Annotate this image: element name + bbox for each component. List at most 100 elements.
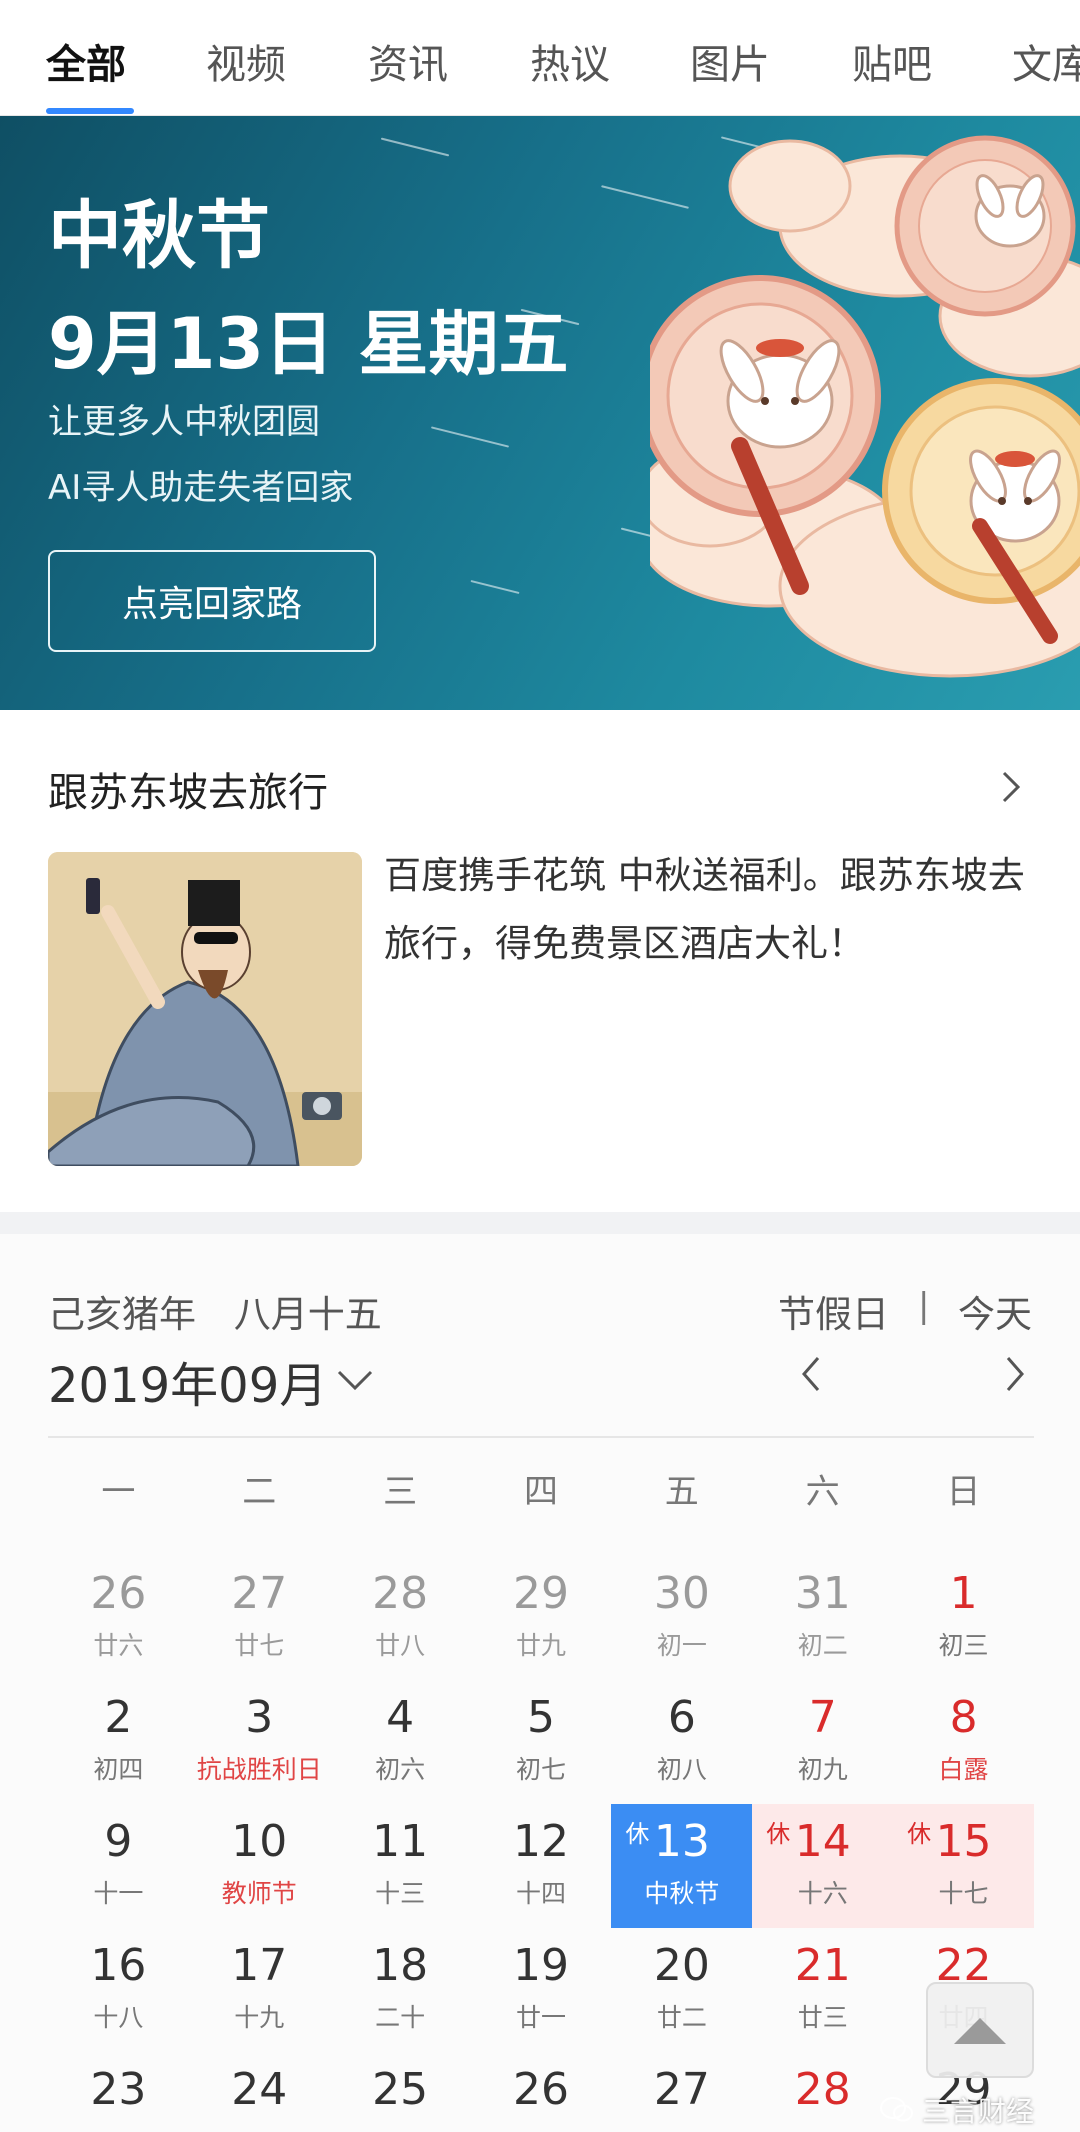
weekday-sun: 日 — [946, 1472, 981, 1512]
day-number: 10 — [231, 1816, 288, 1867]
lunar-day: 初三 — [938, 1631, 989, 1660]
day-number: 19 — [512, 1940, 569, 1991]
chevron-right-icon[interactable] — [996, 770, 1026, 804]
calendar-widget: 己亥猪年 八月十五 节假日 | 今天 2019年09月 一 二 三 四 五 六 … — [0, 1234, 1080, 2132]
calendar-day[interactable]: 28班 — [752, 2052, 893, 2132]
lunar-day: 十七 — [938, 1879, 989, 1908]
calendar-day[interactable]: 21 廿三 — [752, 1928, 893, 2052]
day-number: 27 — [231, 1568, 288, 1619]
calendar-day[interactable]: 27 — [611, 2052, 752, 2132]
calendar-day-selected[interactable]: 休 13 中秋节 — [611, 1804, 753, 1928]
scroll-to-top-button[interactable] — [926, 1982, 1034, 2078]
tab-images[interactable]: 图片 — [690, 32, 770, 90]
weekday-fri: 五 — [664, 1472, 699, 1512]
calendar-day[interactable]: 8 白露 — [893, 1680, 1034, 1804]
day-number: 13 — [653, 1816, 710, 1867]
calendar-day[interactable]: 31 初二 — [752, 1556, 893, 1680]
light-way-home-button[interactable]: 点亮回家路 — [48, 550, 376, 652]
tab-video[interactable]: 视频 — [206, 32, 286, 90]
weekday-header: 一 二 三 四 五 六 日 — [48, 1464, 1034, 1513]
calendar-day[interactable]: 6 初八 — [611, 1680, 752, 1804]
calendar-day[interactable]: 20 廿二 — [611, 1928, 752, 2052]
day-number: 7 — [808, 1692, 837, 1743]
link-separator: | — [918, 1286, 930, 1326]
promo-thumbnail[interactable] — [48, 852, 362, 1166]
banner-title: 中秋节 — [48, 193, 270, 279]
calendar-day[interactable]: 2 初四 — [48, 1680, 189, 1804]
calendar-day[interactable]: 1 初三 — [893, 1556, 1034, 1680]
festival-label: 教师节 — [221, 1879, 297, 1908]
watermark: 三言财经 — [880, 2090, 1034, 2130]
day-number: 29 — [512, 1568, 569, 1619]
day-number: 27 — [653, 2064, 710, 2115]
banner-date: 9月13日 星期五 — [48, 303, 569, 385]
calendar-day[interactable]: 16 十八 — [48, 1928, 189, 2052]
calendar-day[interactable]: 休 15 十七 — [893, 1804, 1034, 1928]
calendar-day[interactable]: 5 初七 — [471, 1680, 612, 1804]
lunar-day: 二十 — [375, 2003, 426, 2032]
lunar-day: 十九 — [234, 2003, 285, 2032]
calendar-day[interactable]: 19 廿一 — [471, 1928, 612, 2052]
lunar-day: 十四 — [515, 1879, 566, 1908]
calendar-day[interactable]: 28 廿八 — [330, 1556, 471, 1680]
lunar-day: 廿二 — [656, 2003, 707, 2032]
promo-title[interactable]: 跟苏东坡去旅行 — [48, 760, 328, 818]
holidays-link[interactable]: 节假日 — [778, 1284, 889, 1338]
mid-autumn-banner[interactable]: 中秋节 9月13日 星期五 让更多人中秋团圆 AI寻人助走失者回家 点亮回家路 — [0, 116, 1080, 710]
day-number: 21 — [794, 1940, 851, 1991]
calendar-day[interactable]: 23 — [48, 2052, 189, 2132]
tab-all[interactable]: 全部 — [46, 32, 126, 90]
weekday-mon: 一 — [101, 1472, 136, 1512]
day-number: 14 — [794, 1816, 851, 1867]
calendar-day[interactable]: 26 — [471, 2052, 612, 2132]
search-tabs: 全部 视频 资讯 热议 图片 贴吧 文库 — [0, 0, 1080, 116]
calendar-day[interactable]: 11 十三 — [330, 1804, 471, 1928]
tab-news[interactable]: 资讯 — [368, 32, 448, 90]
lunar-day: 十三 — [375, 1879, 426, 1908]
next-month-icon[interactable] — [1000, 1354, 1030, 1394]
calendar-day[interactable]: 4 初六 — [330, 1680, 471, 1804]
calendar-day[interactable]: 9 十一 — [48, 1804, 189, 1928]
lunar-day: 十六 — [797, 1879, 848, 1908]
calendar-day[interactable]: 7 初九 — [752, 1680, 893, 1804]
lunar-info: 己亥猪年 八月十五 — [48, 1284, 382, 1338]
day-number: 24 — [231, 2064, 288, 2115]
prev-month-icon[interactable] — [796, 1354, 826, 1394]
lunar-day: 初七 — [515, 1755, 566, 1784]
mooncake-rabbit-illustration — [650, 135, 1080, 678]
tab-wenku[interactable]: 文库 — [1012, 32, 1080, 90]
calendar-day[interactable]: 休 14 十六 — [752, 1804, 894, 1928]
calendar-day[interactable]: 12 十四 — [471, 1804, 612, 1928]
watermark-text: 三言财经 — [922, 2095, 1035, 2128]
calendar-day[interactable]: 29 廿九 — [471, 1556, 612, 1680]
day-number: 31 — [794, 1568, 851, 1619]
lunar-day: 廿一 — [515, 2003, 566, 2032]
day-number: 16 — [90, 1940, 147, 1991]
day-number: 17 — [231, 1940, 288, 1991]
su-dongpo-illustration — [48, 852, 362, 1166]
calendar-day[interactable]: 30 初一 — [611, 1556, 752, 1680]
day-number: 2 — [104, 1692, 133, 1743]
today-link[interactable]: 今天 — [958, 1284, 1032, 1338]
lunar-day: 廿九 — [515, 1631, 566, 1660]
day-number: 28 — [794, 2064, 851, 2115]
calendar-day[interactable]: 18 二十 — [330, 1928, 471, 2052]
tab-discussion[interactable]: 热议 — [530, 32, 610, 90]
calendar-day[interactable]: 10 教师节 — [189, 1804, 330, 1928]
day-number: 1 — [949, 1568, 978, 1619]
chevron-down-icon — [338, 1370, 373, 1391]
caret-up-icon — [954, 2018, 1006, 2044]
calendar-day[interactable]: 24 — [189, 2052, 330, 2132]
lunar-day: 十一 — [93, 1879, 144, 1908]
calendar-day[interactable]: 17 十九 — [189, 1928, 330, 2052]
month-selector[interactable]: 2019年09月 — [48, 1346, 375, 1416]
day-number: 12 — [512, 1816, 569, 1867]
lunar-day: 廿八 — [375, 1631, 426, 1660]
calendar-day[interactable]: 25 — [330, 2052, 471, 2132]
calendar-day[interactable]: 26 廿六 — [48, 1556, 189, 1680]
calendar-day[interactable]: 3 抗战胜利日 — [189, 1680, 330, 1804]
tab-tieba[interactable]: 贴吧 — [852, 32, 932, 90]
calendar-day[interactable]: 27 廿七 — [189, 1556, 330, 1680]
day-number: 8 — [949, 1692, 978, 1743]
lunar-day: 廿六 — [93, 1631, 144, 1660]
